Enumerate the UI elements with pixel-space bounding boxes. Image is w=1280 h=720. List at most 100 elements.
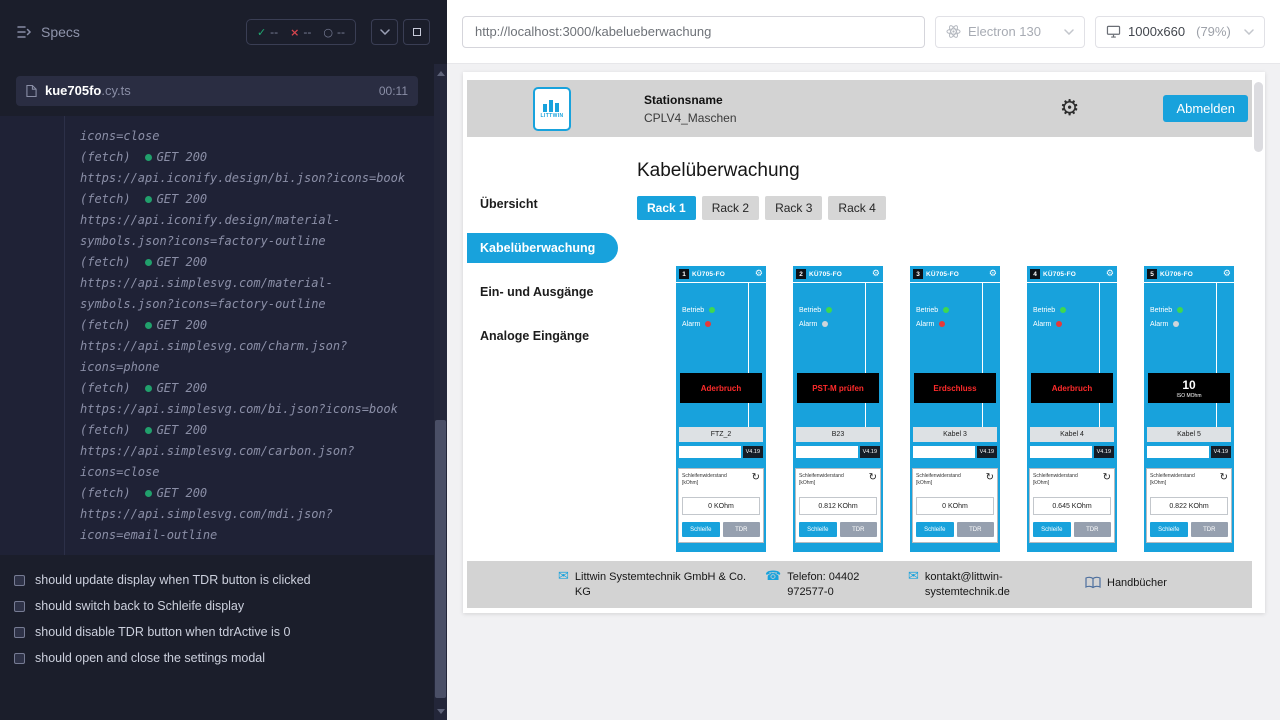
- nav-item[interactable]: Analoge Eingänge: [467, 321, 618, 351]
- device-card: 2 KÜ705-FO ⚙ Betrieb: [793, 266, 883, 552]
- status-text: PST-M prüfen: [812, 384, 864, 393]
- browser-toolbar: Electron 130 1000x660 (79%): [447, 0, 1280, 64]
- settings-gear-icon[interactable]: ⚙: [1060, 98, 1080, 120]
- app-scrollbar-thumb[interactable]: [1254, 82, 1263, 152]
- viewport-select[interactable]: 1000x660 (79%): [1095, 16, 1265, 48]
- log-entry[interactable]: (fetch)GET 200 https://api.simplesvg.com…: [80, 483, 414, 546]
- tdr-button[interactable]: TDR: [957, 522, 995, 537]
- test-item[interactable]: should open and close the settings modal: [0, 645, 434, 671]
- test-title: should switch back to Schleife display: [35, 599, 244, 613]
- schleife-button[interactable]: Schleife: [799, 522, 837, 537]
- rack-tab[interactable]: Rack 4: [828, 196, 885, 220]
- name-input[interactable]: [1030, 446, 1092, 458]
- card-settings-icon[interactable]: ⚙: [755, 270, 763, 279]
- nav-item[interactable]: Ein- und Ausgänge: [467, 277, 618, 307]
- monitor-icon: [1106, 25, 1121, 38]
- betrieb-label: Betrieb: [1150, 307, 1172, 314]
- refresh-icon[interactable]: ↻: [986, 473, 994, 483]
- alarm-led: [822, 321, 828, 327]
- rack-tab[interactable]: Rack 1: [637, 196, 696, 220]
- log-entry[interactable]: (fetch)GET 200 https://api.simplesvg.com…: [80, 252, 414, 315]
- tdr-button[interactable]: TDR: [723, 522, 761, 537]
- log-entry[interactable]: (fetch)GET 200 https://api.iconify.desig…: [80, 189, 414, 252]
- log-entry[interactable]: (fetch)GET 200 https://api.simplesvg.com…: [80, 378, 414, 420]
- log-url: https://api.iconify.design/material-symb…: [80, 210, 414, 252]
- card-model: KÜ705-FO: [1043, 271, 1076, 278]
- address-bar[interactable]: [462, 16, 925, 48]
- alarm-row: Alarm: [799, 319, 883, 329]
- footer-label[interactable]: kontakt@littwin-systemtechnik.de: [925, 570, 1037, 600]
- refresh-icon[interactable]: ↻: [752, 473, 760, 483]
- alarm-label: Alarm: [799, 321, 817, 328]
- log-entry[interactable]: icons=close: [80, 126, 414, 147]
- card-settings-icon[interactable]: ⚙: [989, 270, 997, 279]
- alarm-label: Alarm: [682, 321, 700, 328]
- scroll-up-icon[interactable]: [434, 66, 447, 80]
- circle-icon: ○: [323, 27, 333, 38]
- app-scrollbar[interactable]: [1252, 72, 1265, 613]
- app-main: Kabelüberwachung Rack 1 Rack 2 Rack 3 Ra…: [634, 137, 1252, 561]
- name-input[interactable]: [679, 446, 741, 458]
- stop-button[interactable]: [403, 19, 430, 45]
- log-entry[interactable]: (fetch)GET 200 https://api.simplesvg.com…: [80, 315, 414, 378]
- status-display: PST-M prüfen: [797, 373, 879, 403]
- chevron-down-icon: [1064, 29, 1074, 35]
- tdr-button[interactable]: TDR: [1191, 522, 1229, 537]
- tdr-button[interactable]: TDR: [840, 522, 878, 537]
- log-url: https://api.simplesvg.com/mdi.json?icons…: [80, 504, 414, 546]
- footer-label[interactable]: Telefon: 04402 972577-0: [787, 570, 879, 600]
- version-row: V4.19: [796, 446, 880, 458]
- measurement-label: Schleifenwiderstand [kOhm]: [682, 473, 738, 486]
- schleife-button[interactable]: Schleife: [1150, 522, 1188, 537]
- refresh-icon[interactable]: ↻: [1103, 473, 1111, 483]
- nav-item[interactable]: Kabelüberwachung: [467, 233, 618, 263]
- test-title: should update display when TDR button is…: [35, 573, 311, 587]
- schleife-button[interactable]: Schleife: [1033, 522, 1071, 537]
- schleife-button[interactable]: Schleife: [916, 522, 954, 537]
- refresh-icon[interactable]: ↻: [1220, 473, 1228, 483]
- test-item[interactable]: should switch back to Schleife display: [0, 593, 434, 619]
- tdr-button[interactable]: TDR: [1074, 522, 1112, 537]
- name-input[interactable]: [1147, 446, 1209, 458]
- footer-item: ✉ Littwin Systemtechnik GmbH & Co. KG: [558, 570, 765, 600]
- email-icon: ✉: [908, 570, 919, 585]
- collapse-button[interactable]: [371, 19, 398, 45]
- log-prefix: (fetch): [80, 486, 131, 500]
- nav-item[interactable]: Übersicht: [467, 189, 618, 219]
- footer-item: Handbücher: [1085, 576, 1167, 593]
- log-entry[interactable]: (fetch)GET 200 https://api.simplesvg.com…: [80, 420, 414, 483]
- passed-count: --: [270, 25, 278, 39]
- card-number: 5: [1147, 269, 1157, 279]
- chevron-down-icon: [380, 29, 390, 35]
- footer-label[interactable]: Handbücher: [1107, 576, 1167, 591]
- betrieb-row: Betrieb: [799, 305, 883, 315]
- specs-toggle[interactable]: Specs: [16, 24, 80, 40]
- runner-scrollbar[interactable]: [434, 64, 447, 720]
- logout-button[interactable]: Abmelden: [1163, 95, 1248, 122]
- betrieb-row: Betrieb: [916, 305, 1000, 315]
- rack-tab[interactable]: Rack 2: [702, 196, 759, 220]
- footer-label[interactable]: Littwin Systemtechnik GmbH & Co. KG: [575, 570, 747, 600]
- card-number: 3: [913, 269, 923, 279]
- runner-controls: ✓-- ×-- ○--: [246, 19, 430, 45]
- name-input[interactable]: [796, 446, 858, 458]
- page-title: Kabelüberwachung: [637, 160, 1252, 182]
- card-settings-icon[interactable]: ⚙: [1223, 270, 1231, 279]
- test-item[interactable]: should disable TDR button when tdrActive…: [0, 619, 434, 645]
- spec-file-header[interactable]: kue705fo.cy.ts 00:11: [16, 76, 418, 106]
- test-item[interactable]: should update display when TDR button is…: [0, 567, 434, 593]
- schleife-button[interactable]: Schleife: [682, 522, 720, 537]
- refresh-icon[interactable]: ↻: [869, 473, 877, 483]
- log-entry[interactable]: (fetch)GET 200 https://api.iconify.desig…: [80, 147, 414, 189]
- name-input[interactable]: [913, 446, 975, 458]
- card-settings-icon[interactable]: ⚙: [872, 270, 880, 279]
- scroll-down-icon[interactable]: [434, 704, 447, 718]
- betrieb-row: Betrieb: [1033, 305, 1117, 315]
- scrollbar-thumb[interactable]: [435, 420, 446, 698]
- card-settings-icon[interactable]: ⚙: [1106, 270, 1114, 279]
- log-url: icons=close: [80, 126, 414, 147]
- browser-select[interactable]: Electron 130: [935, 16, 1085, 48]
- alarm-label: Alarm: [916, 321, 934, 328]
- rack-tab[interactable]: Rack 3: [765, 196, 822, 220]
- card-header: 1 KÜ705-FO ⚙: [676, 266, 766, 283]
